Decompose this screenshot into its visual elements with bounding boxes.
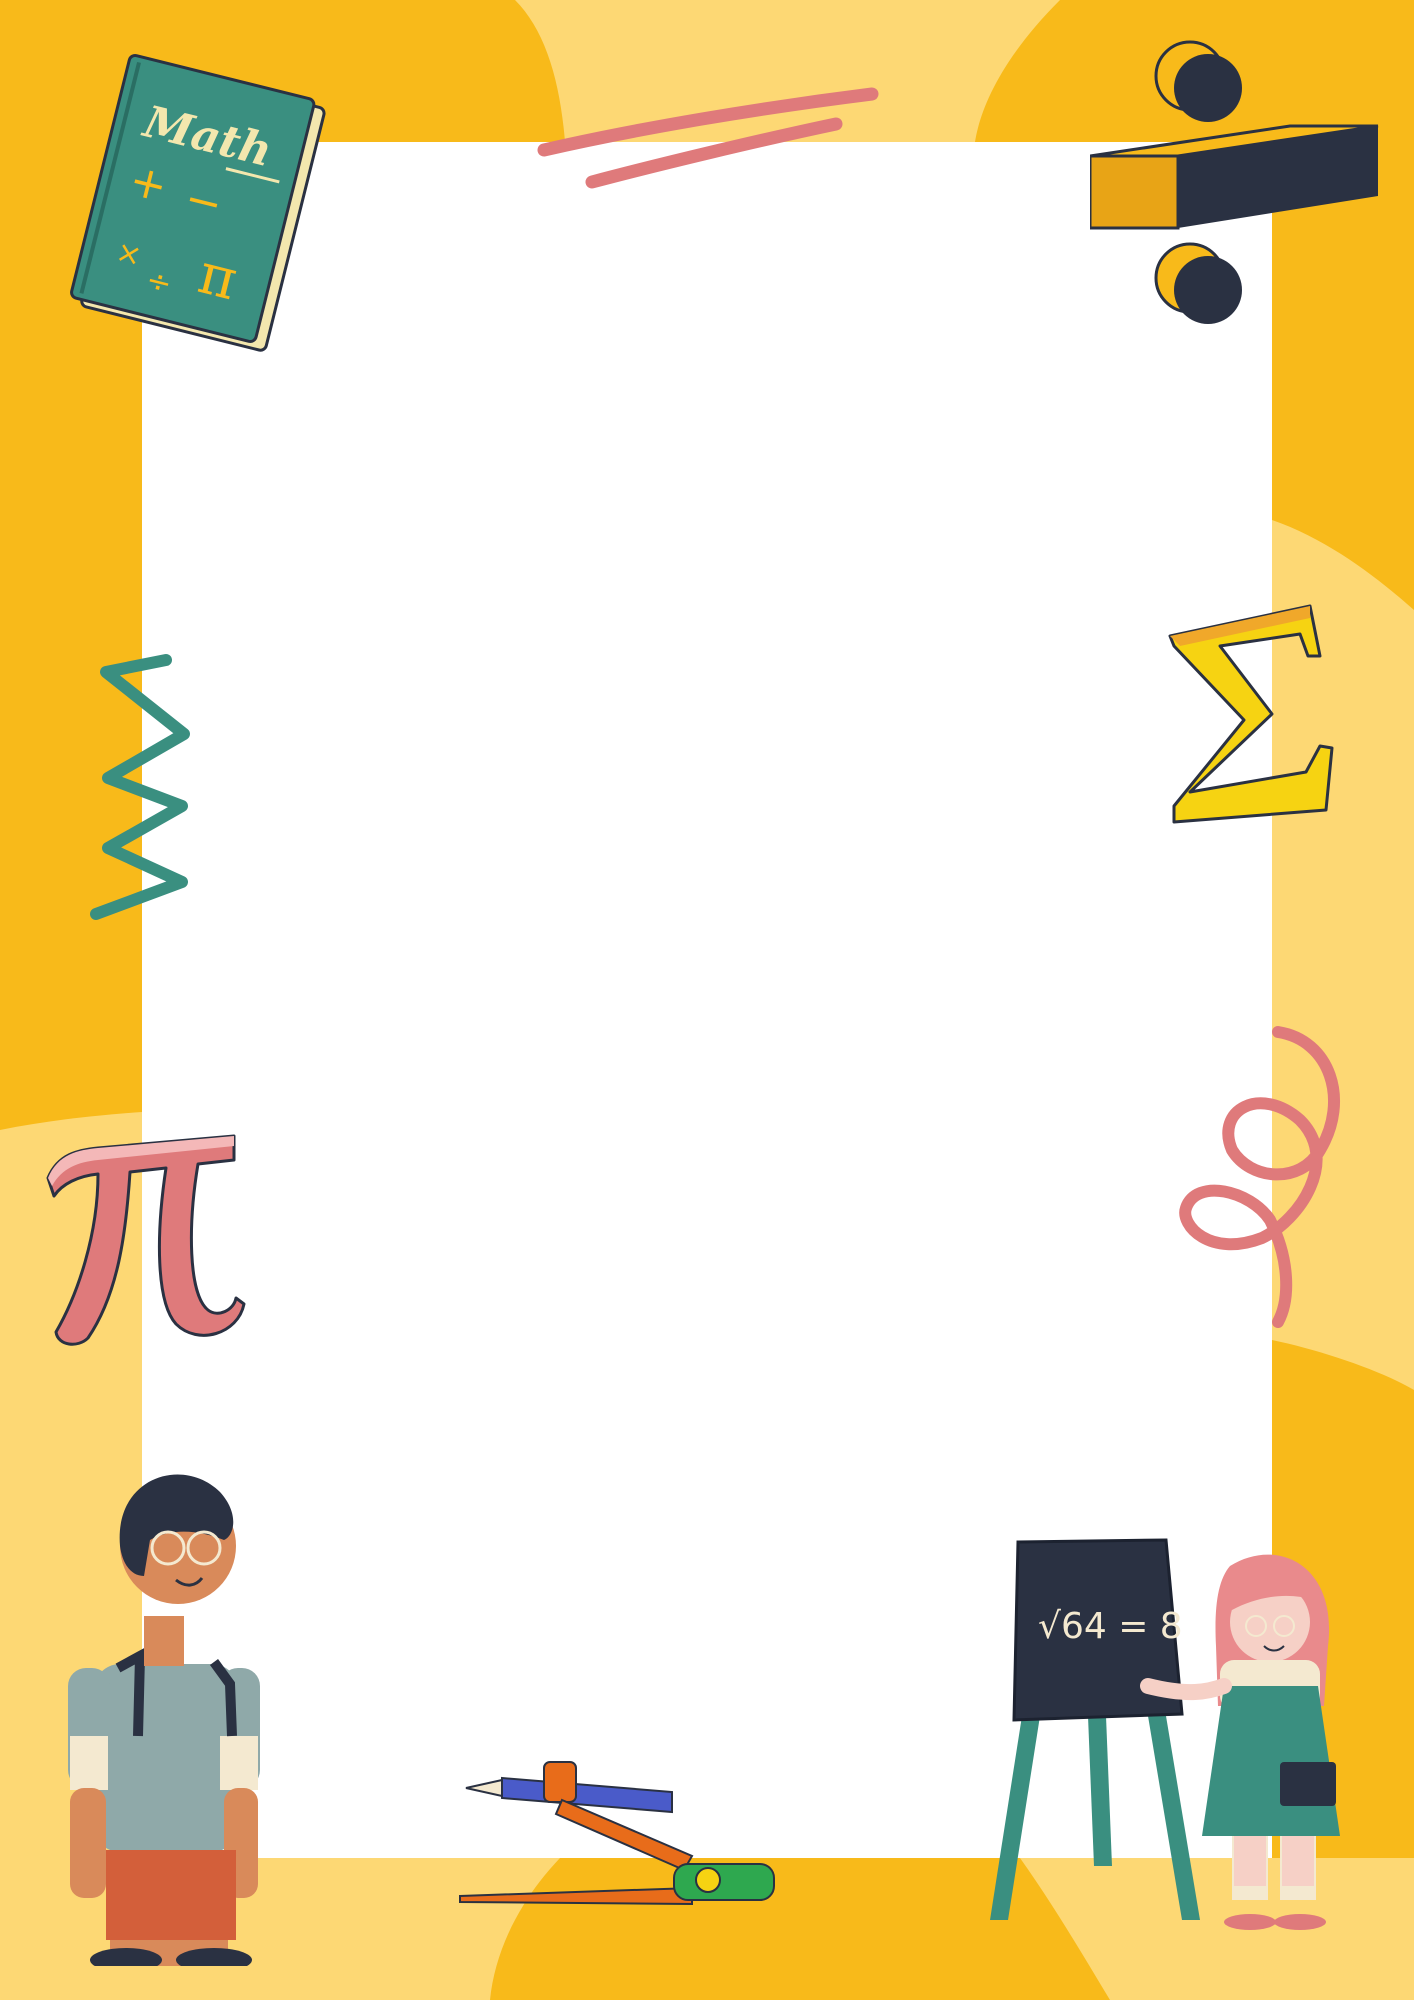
pi-icon xyxy=(46,1134,246,1346)
girl-at-blackboard: √64 = 8 xyxy=(990,1538,1340,1930)
sigma-icon xyxy=(1168,604,1334,824)
blackboard-equation: √64 = 8 xyxy=(1038,1606,1183,1647)
compass-pencil-icon xyxy=(459,1761,775,1906)
division-sign-icon xyxy=(1090,40,1379,324)
math-frame-page: Math + − × ÷ π √64 = 8 xyxy=(0,0,1414,2000)
boy-with-backpack xyxy=(68,1474,260,1966)
math-book-icon: Math + − × ÷ π xyxy=(70,53,326,352)
light-blob-top xyxy=(515,0,1060,142)
